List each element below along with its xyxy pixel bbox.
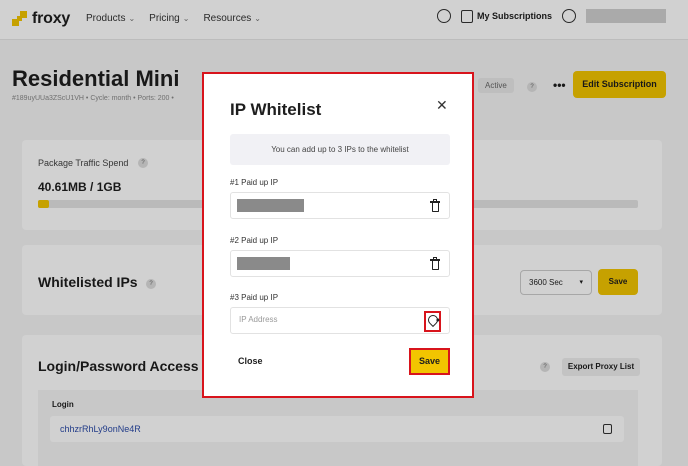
ip-slot-2-field bbox=[230, 250, 450, 277]
modal-title: IP Whitelist bbox=[230, 100, 322, 119]
trash-icon[interactable] bbox=[430, 257, 440, 270]
modal-info: You can add up to 3 IPs to the whitelist bbox=[230, 134, 450, 165]
trash-icon[interactable] bbox=[430, 199, 440, 212]
save-button[interactable]: Save bbox=[409, 348, 450, 375]
ip-slot-1-label: #1 Paid up IP bbox=[230, 178, 279, 187]
ip-value-redacted bbox=[237, 257, 290, 270]
ip-whitelist-modal: IP Whitelist ✕ You can add up to 3 IPs t… bbox=[202, 72, 474, 398]
ip-address-input[interactable] bbox=[239, 315, 409, 324]
location-pin-button[interactable] bbox=[424, 311, 441, 332]
close-button[interactable]: Close bbox=[238, 356, 263, 366]
ip-slot-2-label: #2 Paid up IP bbox=[230, 236, 279, 245]
ip-slot-1-field bbox=[230, 192, 450, 219]
ip-slot-3-field bbox=[230, 307, 450, 334]
ip-value-redacted bbox=[237, 199, 304, 212]
close-icon[interactable]: ✕ bbox=[436, 98, 448, 112]
location-pin-icon bbox=[425, 312, 441, 328]
ip-slot-3-label: #3 Paid up IP bbox=[230, 293, 279, 302]
